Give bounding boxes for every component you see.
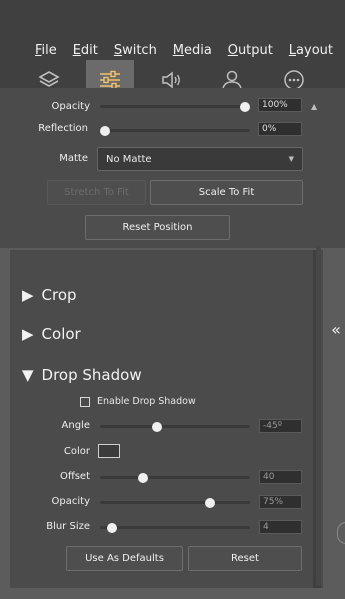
angle-value[interactable]: -45º — [259, 419, 302, 433]
menu-bar: File Edit Switch Media Output Layout — [0, 40, 345, 60]
color-label: Color — [63, 446, 90, 457]
expand-arrow-icon: ▶ — [22, 286, 34, 304]
reflection-slider[interactable] — [100, 125, 250, 136]
shadow-opacity-label: Opacity — [51, 496, 90, 507]
shadow-color-swatch[interactable] — [98, 444, 120, 458]
panel-edge-arrow[interactable] — [337, 522, 345, 544]
section-crop[interactable]: ▶ Crop — [22, 286, 77, 304]
blur-size-slider[interactable] — [100, 522, 250, 533]
reflection-value[interactable]: 0% — [258, 122, 302, 136]
enable-drop-shadow-label: Enable Drop Shadow — [97, 396, 196, 407]
menu-media[interactable]: Media — [173, 43, 212, 58]
offset-slider-knob[interactable] — [137, 472, 148, 483]
collapse-arrow-icon: ▼ — [22, 366, 34, 384]
shadow-opacity-slider[interactable] — [100, 497, 250, 508]
section-drop-shadow-label: Drop Shadow — [41, 366, 142, 384]
angle-slider[interactable] — [100, 421, 250, 432]
reflection-slider-knob[interactable] — [100, 125, 110, 136]
section-drop-shadow[interactable]: ▼ Drop Shadow — [22, 366, 142, 384]
menu-switch[interactable]: Switch — [114, 43, 157, 58]
opacity-slider-knob[interactable] — [240, 101, 250, 112]
angle-label: Angle — [61, 420, 90, 431]
section-color[interactable]: ▶ Color — [22, 325, 81, 343]
scale-to-fit-button[interactable]: Scale To Fit — [150, 180, 303, 205]
title-bar — [0, 0, 345, 40]
angle-slider-knob[interactable] — [151, 421, 162, 432]
scroll-up-arrow[interactable]: ▲ — [311, 102, 317, 111]
section-color-label: Color — [41, 325, 81, 343]
reflection-label: Reflection — [38, 123, 88, 134]
opacity-value[interactable]: 100% — [258, 98, 302, 112]
chevron-down-icon: ▼ — [288, 155, 294, 163]
offset-value[interactable]: 40 — [259, 470, 302, 484]
enable-drop-shadow-checkbox[interactable] — [80, 397, 90, 407]
menu-edit[interactable]: Edit — [73, 43, 98, 58]
use-as-defaults-button[interactable]: Use As Defaults — [66, 546, 183, 571]
blur-size-value[interactable]: 4 — [259, 520, 302, 534]
opacity-label: Opacity — [51, 100, 90, 112]
offset-slider[interactable] — [100, 472, 250, 483]
shadow-opacity-slider-knob[interactable] — [205, 497, 215, 508]
blur-size-label: Blur Size — [46, 521, 90, 532]
stretch-to-fit-button[interactable]: Stretch To Fit — [47, 180, 146, 205]
matte-select-value: No Matte — [106, 153, 152, 165]
section-crop-label: Crop — [41, 286, 77, 304]
opacity-slider[interactable] — [100, 101, 250, 112]
reset-button[interactable]: Reset — [188, 546, 302, 571]
menu-layout[interactable]: Layout — [289, 43, 333, 58]
matte-select[interactable]: No Matte ▼ — [97, 147, 303, 171]
menu-output[interactable]: Output — [228, 43, 273, 58]
menu-file[interactable]: File — [35, 43, 57, 58]
blur-size-slider-knob[interactable] — [107, 522, 117, 533]
reset-position-button[interactable]: Reset Position — [85, 215, 230, 240]
transform-panel: Opacity 100% ▲ Reflection 0% Matte No Ma… — [0, 88, 345, 248]
collapse-panel-icon[interactable]: « — [326, 318, 345, 340]
scrollbar-thumb[interactable] — [316, 246, 321, 586]
offset-label: Offset — [59, 471, 90, 482]
expand-arrow-icon: ▶ — [22, 325, 34, 343]
shadow-opacity-value[interactable]: 75% — [259, 495, 302, 509]
matte-label: Matte — [59, 153, 88, 164]
